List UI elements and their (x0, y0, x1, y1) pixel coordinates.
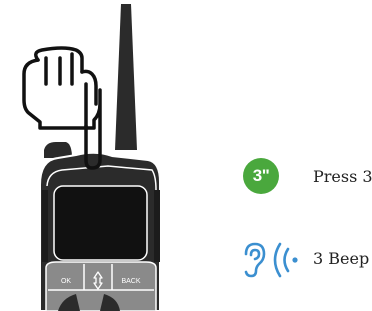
beep-instruction-text: 3 Beep (313, 249, 370, 268)
back-button-label: BACK (121, 278, 140, 285)
antenna (115, 4, 137, 150)
press-instruction-text: Press 3 (313, 167, 372, 186)
ear-icon (244, 242, 266, 278)
ok-button-label: OK (61, 278, 71, 285)
sound-waves-icon (273, 242, 298, 278)
beep-feedback-icons (244, 242, 298, 278)
radio-screen (53, 185, 148, 261)
duration-badge: 3" (243, 158, 279, 194)
